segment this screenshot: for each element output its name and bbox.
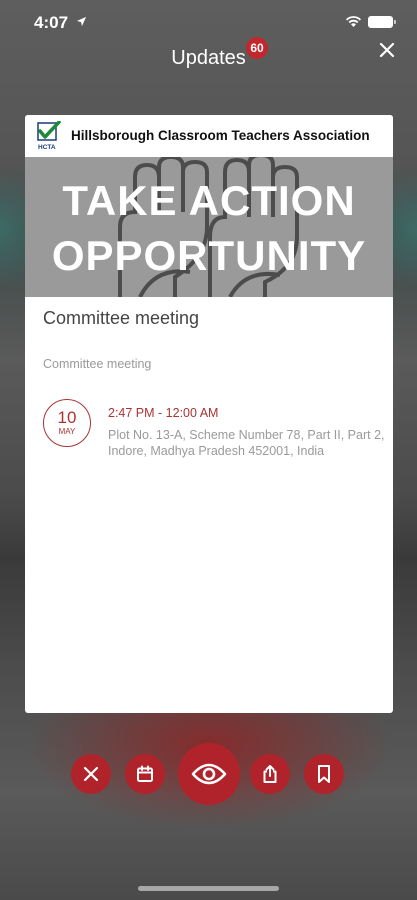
wifi-icon [346,16,361,27]
close-icon[interactable] [377,40,397,60]
view-details-button[interactable] [178,743,240,805]
banner-headline-line-1: TAKE ACTION [62,177,356,224]
event-title: Committee meeting [43,308,200,328]
page-title: Updates [171,47,246,69]
update-card[interactable]: HCTA Hillsborough Classroom Teachers Ass… [25,115,393,713]
dismiss-button[interactable] [71,754,111,794]
event-date-badge: 10 MAY [43,399,91,447]
share-button[interactable] [250,754,290,794]
calendar-icon [137,765,153,782]
updates-count-badge: 60 [246,37,268,59]
organization-name: Hillsborough Classroom Teachers Associat… [71,128,370,143]
event-address[interactable]: Plot No. 13-A, Scheme Number 78, Part II… [108,427,388,459]
event-description: Committee meeting [43,357,152,371]
event-time-range: 2:47 PM - 12:00 AM [108,406,219,420]
svg-text:HCTA: HCTA [38,144,56,151]
organization-header: HCTA Hillsborough Classroom Teachers Ass… [25,115,393,157]
close-icon [83,766,99,782]
add-to-calendar-button[interactable] [125,754,165,794]
battery-icon [368,16,396,28]
bookmark-icon [318,765,330,783]
eye-icon [191,763,227,785]
home-indicator[interactable] [138,886,279,891]
location-arrow-icon [76,16,87,27]
organization-logo: HCTA [37,121,61,151]
banner-headline-line-2: OPPORTUNITY [51,232,367,279]
status-time: 4:07 [34,13,69,32]
event-date-day: 10 [57,408,77,427]
bookmark-button[interactable] [304,754,344,794]
event-date-month: MAY [58,427,76,436]
status-bar: 4:07 [0,0,417,44]
share-icon [263,765,277,783]
action-banner-image: TAKE ACTION OPPORTUNITY [25,157,393,297]
